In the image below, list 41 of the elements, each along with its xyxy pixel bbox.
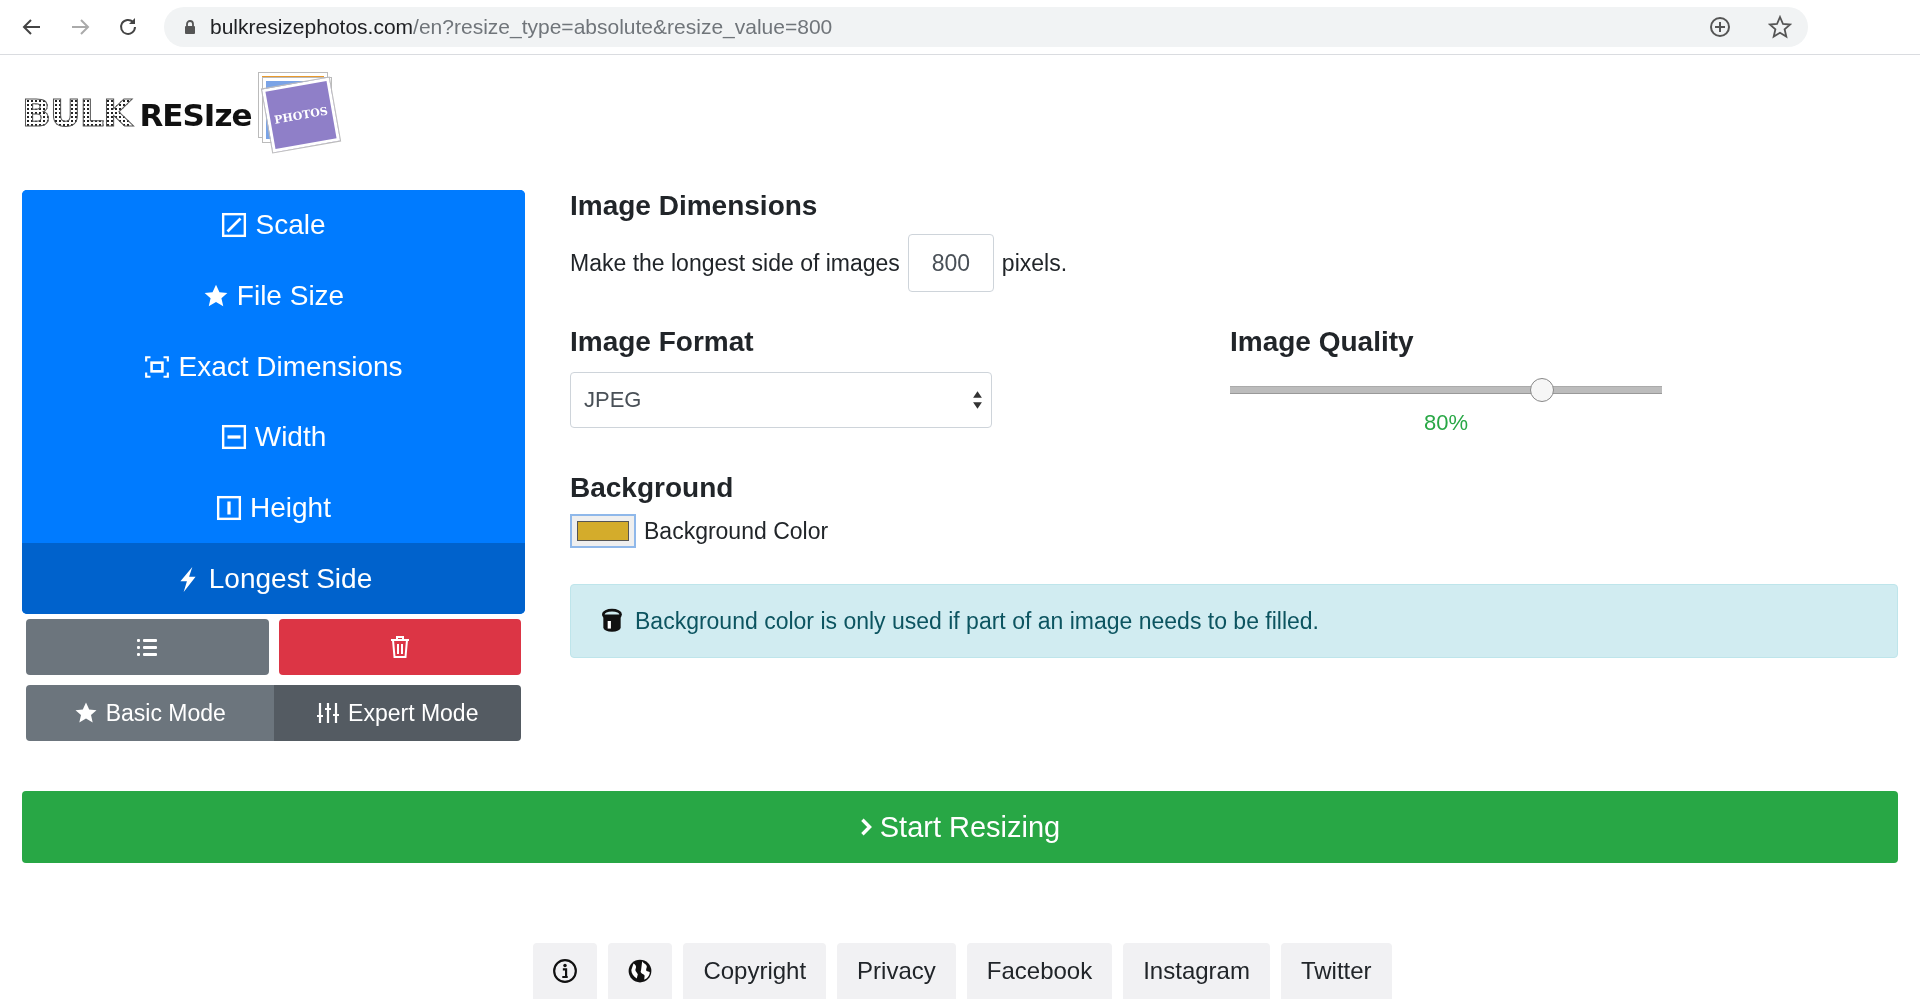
color-label: Background Color: [644, 517, 829, 545]
paint-bucket-icon: [601, 608, 623, 634]
zoom-icon[interactable]: [1708, 15, 1732, 39]
quality-value: 80%: [1423, 410, 1468, 435]
language-button[interactable]: [608, 943, 673, 999]
footer-link[interactable]: Facebook: [966, 943, 1113, 999]
unit-label: pixels.: [1001, 249, 1068, 277]
format-select[interactable]: JPEG: [570, 372, 992, 428]
dimension-label: Make the longest side of images: [570, 249, 900, 277]
list-button[interactable]: [26, 619, 269, 676]
alert-text: Background color is only used if part of an image needs to be filled.: [635, 607, 1319, 635]
logo-badge: PHOTOS: [262, 77, 341, 153]
crop-frame-icon: [144, 353, 171, 380]
footer-link[interactable]: Privacy: [837, 943, 956, 999]
minus-square-icon: [220, 424, 247, 451]
footer-link[interactable]: Copyright: [683, 943, 827, 999]
sliders-icon: [316, 701, 341, 726]
edit-square-icon: [221, 212, 248, 239]
footer-link[interactable]: Instagram: [1123, 943, 1270, 999]
address-bar[interactable]: bulkresizephotos.com/en?resize_type=absolute&resize_value=800: [164, 7, 1808, 47]
mode-toggle-button[interactable]: Basic Mode: [26, 685, 274, 742]
info-button[interactable]: [533, 943, 598, 999]
section-heading: Image Quality: [1230, 326, 1415, 358]
size-field[interactable]: 800: [907, 234, 994, 292]
up-down-icon: [972, 390, 983, 410]
bar-square-icon: [216, 495, 243, 522]
section-heading: Image Format: [570, 326, 755, 358]
globe-icon: [627, 958, 654, 985]
star-icon[interactable]: [1768, 15, 1792, 39]
section-heading: Image Dimensions: [570, 190, 819, 222]
section-heading: Background: [570, 472, 735, 504]
lock-icon: [184, 19, 196, 35]
footer-link[interactable]: Twitter: [1280, 943, 1392, 999]
info-icon: [552, 958, 579, 985]
logo-text: RESIze: [139, 97, 252, 133]
delete-button[interactable]: [278, 619, 521, 676]
mode-tab[interactable]: Longest Side: [22, 543, 525, 615]
chevron-icon: [859, 817, 872, 838]
slider-thumb[interactable]: [1530, 378, 1555, 402]
mode-toggle-button[interactable]: Expert Mode: [273, 685, 521, 742]
color-picker[interactable]: [570, 514, 636, 548]
